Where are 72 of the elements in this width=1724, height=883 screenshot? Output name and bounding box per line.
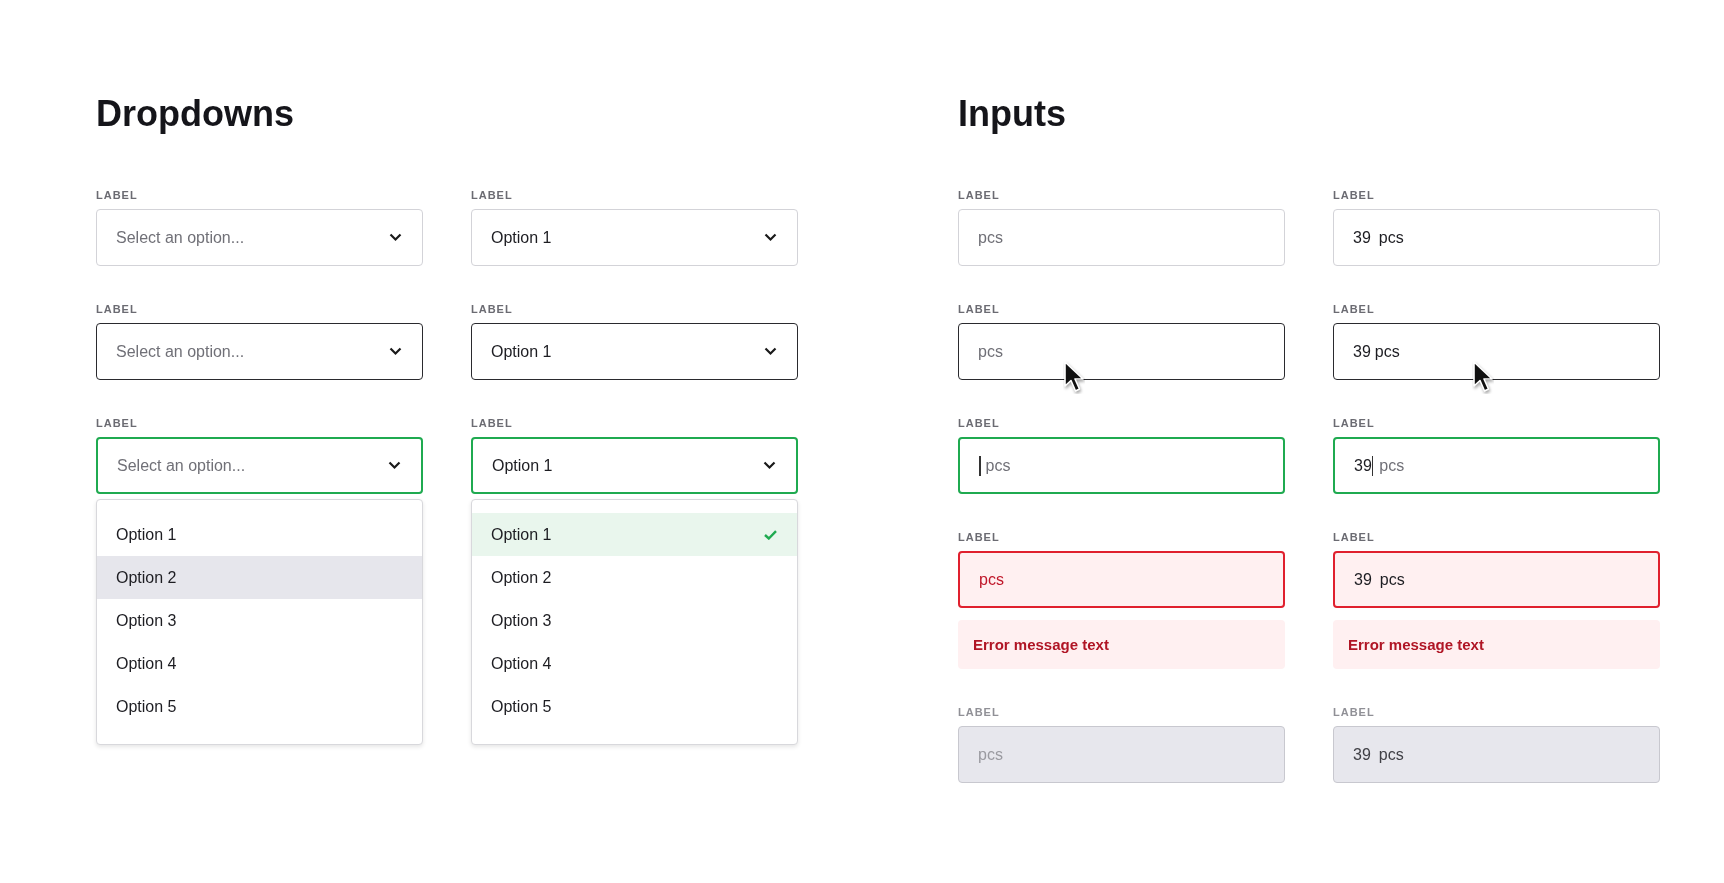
- field-label: LABEL: [471, 416, 513, 430]
- dropdown[interactable]: Select an option...: [96, 209, 423, 266]
- unit-suffix: pcs: [1378, 745, 1404, 764]
- field-label: LABEL: [96, 416, 138, 430]
- text-caret: [979, 455, 981, 476]
- field-label: LABEL: [958, 530, 1000, 544]
- menu-option[interactable]: Option 5: [97, 685, 422, 728]
- input-placeholder: pcs: [979, 570, 1004, 589]
- menu-option[interactable]: Option 5: [472, 685, 797, 728]
- field-label: LABEL: [958, 705, 1000, 719]
- section-heading: Inputs: [958, 92, 1067, 136]
- dropdown[interactable]: Select an option...: [96, 437, 423, 494]
- field-label: LABEL: [1333, 705, 1375, 719]
- input-value: 39: [1353, 228, 1371, 247]
- chevron-down-icon: [389, 233, 402, 242]
- error-message: Error message text: [958, 620, 1285, 669]
- field-label: LABEL: [471, 188, 513, 202]
- input-value: 39: [1354, 456, 1372, 475]
- field-label: LABEL: [1333, 188, 1375, 202]
- menu-option[interactable]: Option 2: [97, 556, 422, 599]
- chevron-down-icon: [764, 347, 777, 356]
- input-placeholder: pcs: [985, 456, 1011, 475]
- input-value: 39: [1353, 342, 1371, 361]
- field-label: LABEL: [96, 302, 138, 316]
- chevron-down-icon: [763, 461, 776, 470]
- unit-suffix: pcs: [1378, 228, 1404, 247]
- input-field[interactable]: pcs: [958, 437, 1285, 494]
- field-label: LABEL: [958, 188, 1000, 202]
- field-label: LABEL: [1333, 530, 1375, 544]
- unit-suffix: pcs: [1374, 342, 1400, 361]
- input-value: 39: [1354, 570, 1372, 589]
- dropdown-placeholder: Select an option...: [116, 228, 245, 247]
- dropdown-placeholder: Select an option...: [117, 456, 246, 475]
- dropdown[interactable]: Option 1: [471, 437, 798, 494]
- chevron-down-icon: [388, 461, 401, 470]
- text-caret: [1371, 455, 1374, 476]
- menu-option[interactable]: Option 3: [472, 599, 797, 642]
- dropdown[interactable]: Select an option...: [96, 323, 423, 380]
- dropdown-value: Option 1: [491, 342, 552, 361]
- menu-option[interactable]: Option 4: [472, 642, 797, 685]
- chevron-down-icon: [389, 347, 402, 356]
- input-field[interactable]: 39 pcs: [1333, 437, 1660, 494]
- input-field[interactable]: 39 pcs: [1333, 209, 1660, 266]
- input-field[interactable]: pcs: [958, 551, 1285, 608]
- field-label: LABEL: [958, 416, 1000, 430]
- dropdown-value: Option 1: [492, 456, 553, 475]
- input-field[interactable]: 39 pcs: [1333, 551, 1660, 608]
- field-label: LABEL: [1333, 302, 1375, 316]
- unit-suffix: pcs: [1379, 456, 1405, 475]
- input-value: 39: [1353, 745, 1371, 764]
- menu-option[interactable]: Option 4: [97, 642, 422, 685]
- menu-option[interactable]: Option 3: [97, 599, 422, 642]
- chevron-down-icon: [764, 233, 777, 242]
- input-placeholder: pcs: [978, 228, 1003, 247]
- field-label: LABEL: [471, 302, 513, 316]
- field-label: LABEL: [958, 302, 1000, 316]
- dropdown-value: Option 1: [491, 228, 552, 247]
- dropdown[interactable]: Option 1: [471, 323, 798, 380]
- input-placeholder: pcs: [978, 342, 1003, 361]
- dropdown[interactable]: Option 1: [471, 209, 798, 266]
- check-icon: [764, 529, 777, 540]
- input-field[interactable]: pcs: [958, 209, 1285, 266]
- section-heading: Dropdowns: [96, 92, 295, 136]
- menu-option[interactable]: Option 2: [472, 556, 797, 599]
- menu-option[interactable]: Option 1: [97, 513, 422, 556]
- menu-option[interactable]: Option 1: [472, 513, 797, 556]
- field-label: LABEL: [96, 188, 138, 202]
- unit-suffix: pcs: [1379, 570, 1405, 589]
- dropdown-placeholder: Select an option...: [116, 342, 245, 361]
- error-message: Error message text: [1333, 620, 1660, 669]
- input-placeholder: pcs: [978, 745, 1003, 764]
- field-label: LABEL: [1333, 416, 1375, 430]
